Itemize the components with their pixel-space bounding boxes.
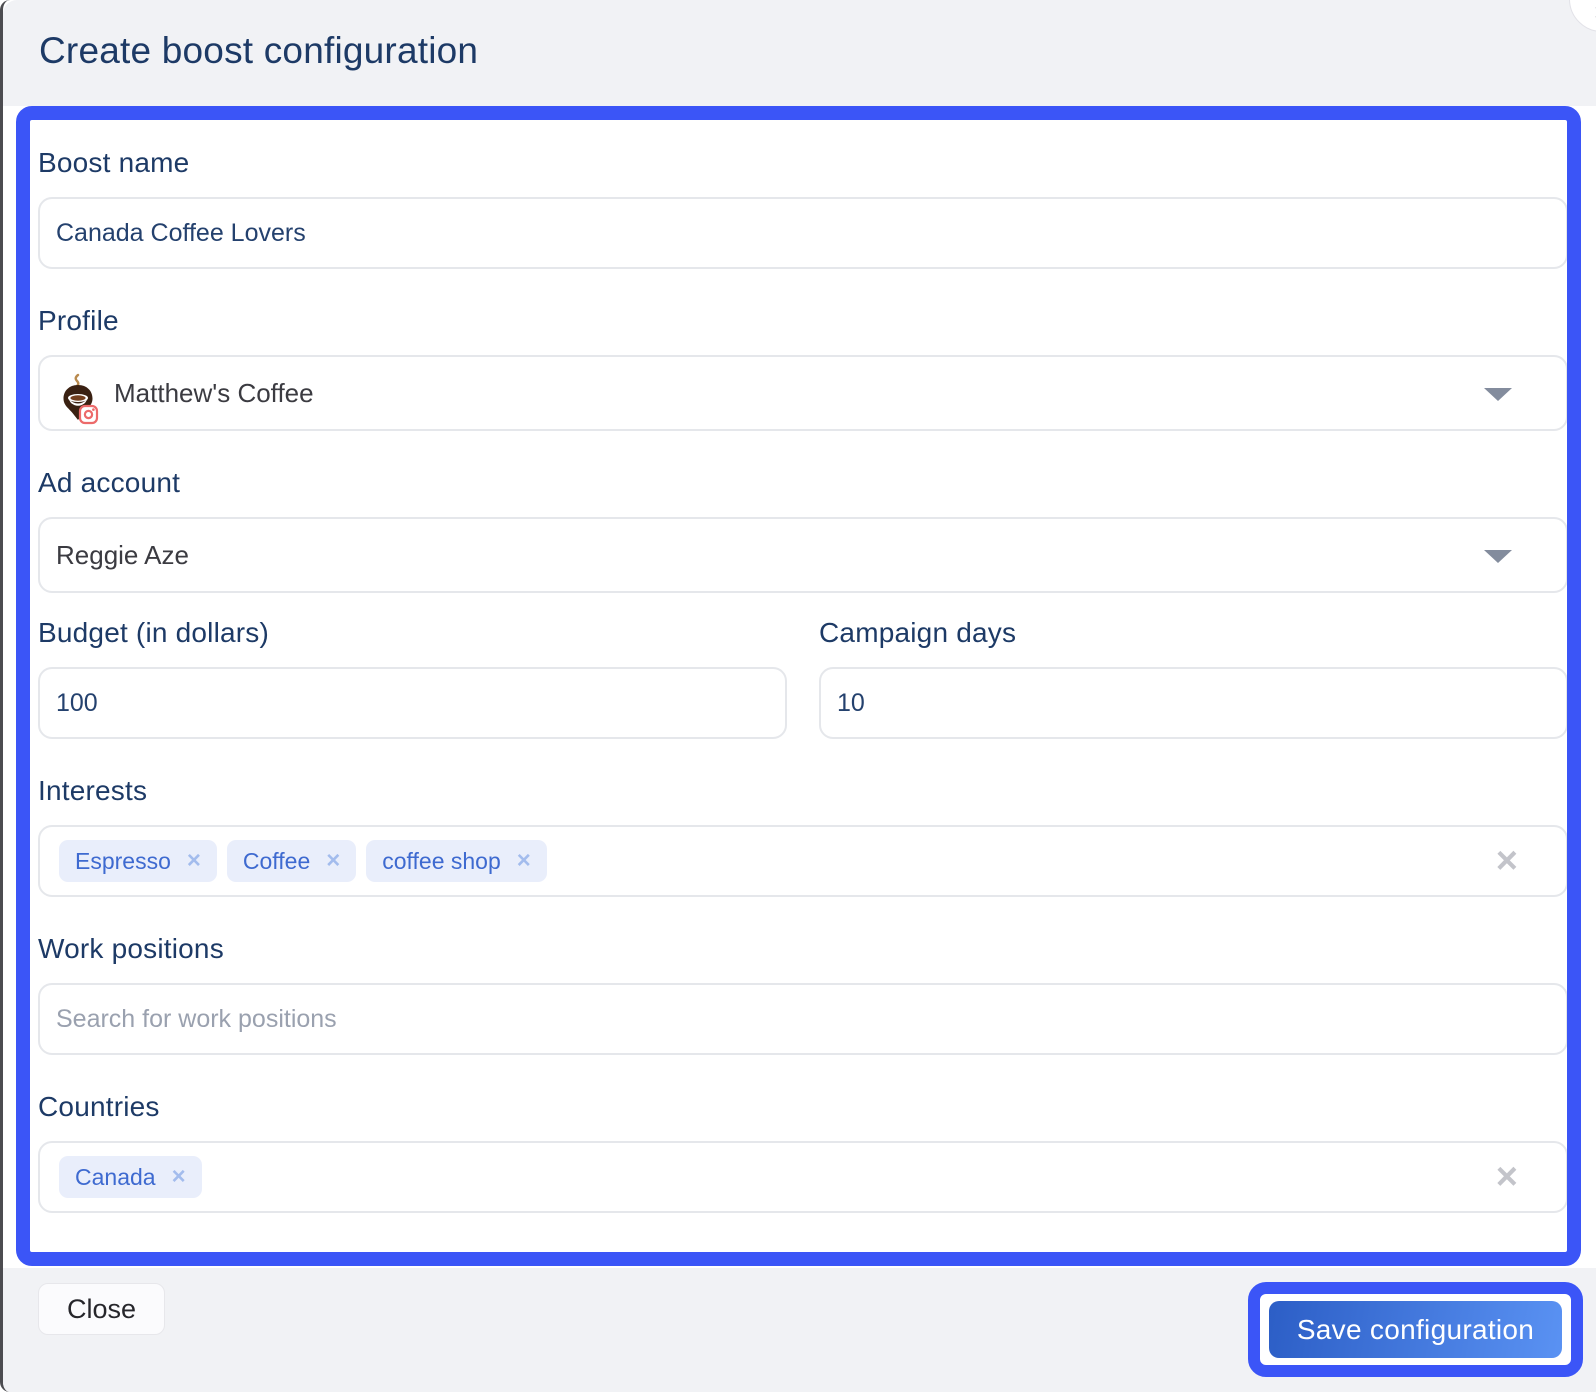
tag[interactable]: Espresso × [59,840,217,882]
tag-remove-icon[interactable]: × [187,847,201,875]
boost-form: Boost name Profile Matthew's Coffee [38,123,1568,1251]
dialog-header: Create boost configuration [3,0,1596,106]
campaign-days-label: Campaign days [819,617,1017,648]
coffee-brand-logo-icon [63,373,99,425]
countries-tag-list: Canada × [59,1156,202,1198]
tag-label: Espresso [75,847,171,874]
save-highlight-border: Save configuration [1248,1282,1583,1377]
tag-remove-icon[interactable]: × [517,847,531,875]
close-button[interactable]: Close [38,1283,165,1335]
tag[interactable]: Canada × [59,1156,202,1198]
chevron-down-icon [1484,550,1512,563]
work-positions-label: Work positions [38,933,224,964]
interests-clear-icon[interactable]: × [1496,842,1518,880]
budget-input[interactable] [38,667,787,739]
tag-remove-icon[interactable]: × [326,847,340,875]
work-positions-input[interactable] [38,983,1568,1055]
budget-label: Budget (in dollars) [38,617,270,648]
ad-account-selected-value: Reggie Aze [56,539,189,570]
profile-label: Profile [38,305,119,336]
dialog-title: Create boost configuration [39,30,479,71]
dialog-body: Boost name Profile Matthew's Coffee [3,106,1596,1268]
tag-label: coffee shop [382,847,501,874]
tag[interactable]: Coffee × [226,840,357,882]
interests-field[interactable]: Espresso × Coffee × coffee shop × × [38,825,1568,897]
dialog-footer: Close Save configuration [3,1268,1596,1392]
campaign-days-input[interactable] [819,667,1568,739]
countries-field[interactable]: Canada × × [38,1141,1568,1213]
save-configuration-button[interactable]: Save configuration [1269,1301,1562,1358]
tag-label: Coffee [242,847,311,874]
ad-account-select[interactable]: Reggie Aze [38,517,1568,593]
boost-name-label: Boost name [38,147,190,178]
profile-selected-value: Matthew's Coffee [114,377,314,408]
ad-account-label: Ad account [38,467,181,498]
boost-name-input[interactable] [38,197,1568,269]
chevron-down-icon [1484,388,1512,401]
instagram-icon [78,404,99,425]
profile-select[interactable]: Matthew's Coffee [38,355,1568,431]
countries-label: Countries [38,1091,160,1122]
create-boost-dialog: Create boost configuration × Boost name … [0,0,1596,1392]
tag-remove-icon[interactable]: × [172,1163,186,1191]
countries-clear-icon[interactable]: × [1496,1158,1518,1196]
tag[interactable]: coffee shop × [366,840,547,882]
interests-label: Interests [38,775,148,806]
interests-tag-list: Espresso × Coffee × coffee shop × [59,840,547,882]
tag-label: Canada [75,1163,156,1190]
